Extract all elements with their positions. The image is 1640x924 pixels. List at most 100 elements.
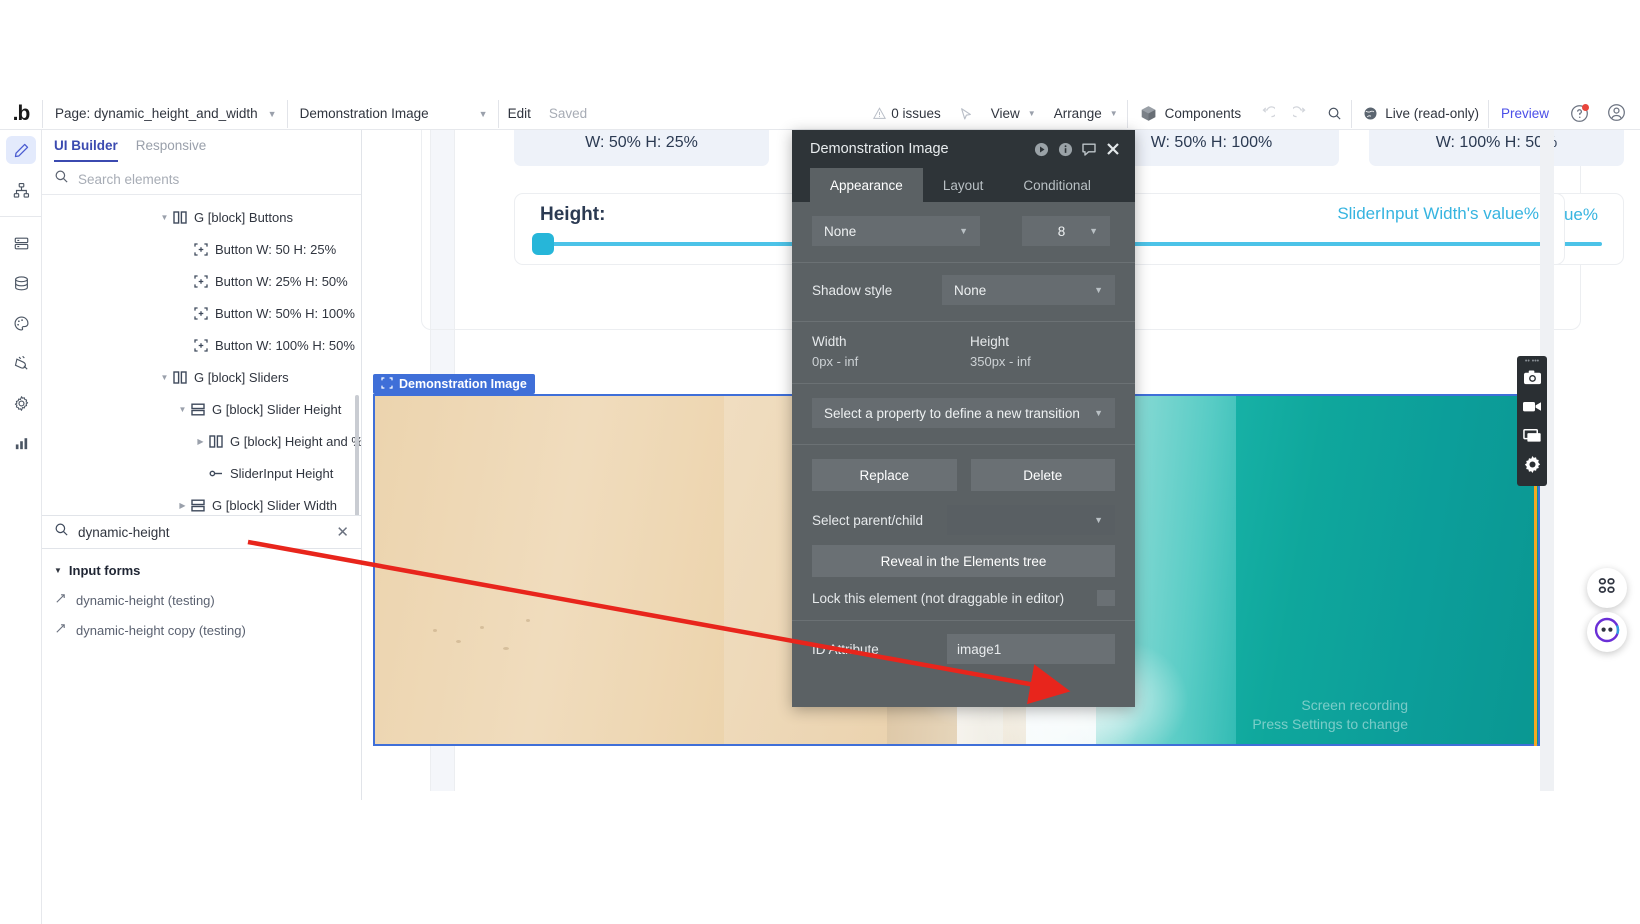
lock-element-checkbox[interactable] (1097, 590, 1115, 606)
chevron-down-icon: ▼ (1027, 109, 1036, 118)
close-icon[interactable] (1101, 137, 1125, 161)
cursor-tool-button[interactable] (950, 98, 982, 130)
rail-item-design-pencil[interactable] (0, 130, 42, 170)
undo-button[interactable] (1250, 98, 1284, 130)
id-attribute-input[interactable]: image1 (947, 634, 1115, 664)
play-icon[interactable] (1029, 137, 1053, 161)
issues-button[interactable]: 0 issues (864, 98, 950, 130)
edit-button[interactable]: Edit (499, 98, 540, 130)
chevron-down-icon: ▼ (1109, 109, 1118, 118)
chevron-down-icon[interactable]: ▼ (158, 213, 171, 222)
search-button[interactable] (1318, 98, 1351, 130)
border-style-select[interactable]: None ▼ (812, 216, 980, 246)
canvas-horizontal-scroll[interactable] (363, 791, 1640, 799)
components-label: Components (1164, 106, 1242, 121)
chevron-right-icon[interactable]: ▶ (194, 437, 207, 446)
arrange-menu[interactable]: Arrange ▼ (1045, 98, 1127, 130)
slider-width-header-inner: SliderInput Width's value% (1115, 194, 1564, 224)
tree-row[interactable]: Button W: 50% H: 100% (42, 297, 361, 329)
apps-grid-fab[interactable] (1587, 568, 1627, 608)
search-elements-box[interactable] (42, 164, 361, 195)
comment-icon[interactable] (1077, 137, 1101, 161)
delete-button[interactable]: Delete (970, 459, 1115, 491)
shadow-style-select[interactable]: None ▼ (942, 275, 1115, 305)
replace-button[interactable]: Replace (812, 459, 957, 491)
slider-width-value-link[interactable]: SliderInput Width's value% (1337, 204, 1539, 224)
canvas-button-4[interactable]: W: 100% H: 50% (1369, 130, 1624, 166)
server-icon (6, 229, 36, 257)
camera-icon[interactable] (1522, 367, 1542, 387)
columns-icon (171, 210, 188, 224)
preview-button[interactable]: Preview (1489, 106, 1561, 121)
image-selection-badge[interactable]: Demonstration Image (373, 374, 535, 394)
tab-conditional[interactable]: Conditional (1003, 168, 1111, 202)
page-selector[interactable]: Page: dynamic_height_and_width ▼ (43, 98, 287, 130)
rail-item-database[interactable] (0, 263, 42, 303)
chevron-down-icon[interactable]: ▼ (176, 405, 189, 414)
reveal-in-elements-tree-button[interactable]: Reveal in the Elements tree (812, 545, 1115, 577)
form-item[interactable]: dynamic-height (testing) (42, 585, 361, 615)
tree-row[interactable]: ▼ G [block] Sliders (42, 361, 361, 393)
border-row: None ▼ 8 ▼ (792, 202, 1135, 246)
chevron-right-icon[interactable]: ▶ (176, 501, 189, 510)
account-button[interactable] (1598, 98, 1640, 130)
rail-item-data-tables[interactable] (0, 223, 42, 263)
info-icon[interactable] (1053, 137, 1077, 161)
transition-row: Select a property to define a new transi… (792, 384, 1135, 428)
panel-tabs: UI Builder Responsive (42, 130, 361, 164)
assistant-fab[interactable] (1587, 612, 1627, 652)
tree-row[interactable]: SliderInput Height (42, 457, 361, 489)
slider-width-track[interactable] (1115, 242, 1543, 246)
tree-row[interactable]: ▼ G [block] Slider Height (42, 393, 361, 425)
components-cube-icon (1140, 105, 1157, 122)
rail-item-workflow[interactable] (0, 170, 42, 210)
tree-row[interactable]: ▶ G [block] Slider Width (42, 489, 361, 515)
view-menu[interactable]: View ▼ (982, 98, 1045, 130)
chevron-down-icon: ▼ (54, 565, 62, 575)
components-button[interactable]: Components (1128, 98, 1251, 130)
canvas-button-1[interactable]: W: 50% H: 25% (514, 130, 769, 166)
element-properties-popup: Demonstration Image Appearance Layout Co… (792, 130, 1135, 707)
chevron-down-icon[interactable]: ▼ (158, 373, 171, 382)
element-selector[interactable]: Demonstration Image ▼ (288, 98, 498, 130)
tab-ui-builder[interactable]: UI Builder (54, 138, 118, 162)
tree-row[interactable]: Button W: 25% H: 50% (42, 265, 361, 297)
border-radius-select[interactable]: 8 ▼ (1022, 216, 1110, 246)
select-parent-child-dropdown[interactable]: ▼ (947, 505, 1115, 535)
search-elements-input[interactable] (78, 171, 349, 187)
tree-row[interactable]: Button W: 100% H: 50% (42, 329, 361, 361)
lock-element-label: Lock this element (not draggable in edit… (812, 590, 1065, 606)
tree-row[interactable]: ▼ G [block] Buttons (42, 201, 361, 233)
account-avatar-icon (1607, 103, 1626, 125)
rail-item-styles[interactable] (0, 303, 42, 343)
close-icon[interactable]: ✕ (336, 523, 349, 541)
tab-responsive[interactable]: Responsive (136, 138, 207, 160)
search-forms-box[interactable]: dynamic-height ✕ (42, 515, 361, 549)
saved-label: Saved (548, 106, 588, 121)
drag-handle-icon[interactable]: •• ••• (1517, 358, 1547, 365)
help-button[interactable] (1561, 98, 1598, 130)
slider-height-knob[interactable] (532, 233, 554, 255)
gear-icon[interactable] (1522, 454, 1542, 474)
tree-scrollbar-thumb[interactable] (355, 395, 359, 515)
rail-item-settings[interactable] (0, 383, 42, 423)
live-mode-button[interactable]: Live (read-only) (1352, 98, 1488, 130)
screen-recorder-toolbar: •• ••• (1517, 356, 1547, 486)
width-field: Width 0px - inf (812, 334, 970, 369)
video-icon[interactable] (1522, 396, 1542, 416)
rows-icon (189, 499, 206, 512)
transition-placeholder: Select a property to define a new transi… (824, 405, 1080, 421)
tab-appearance[interactable]: Appearance (810, 168, 923, 202)
tab-layout[interactable]: Layout (923, 168, 1004, 202)
rail-item-plugins[interactable] (0, 343, 42, 383)
redo-button[interactable] (1284, 98, 1318, 130)
tree-row-label: G [block] Sliders (194, 369, 289, 385)
transition-select[interactable]: Select a property to define a new transi… (812, 398, 1115, 428)
tree-row[interactable]: Button W: 50 H: 25% (42, 233, 361, 265)
form-item[interactable]: dynamic-height copy (testing) (42, 615, 361, 645)
rail-item-logs[interactable] (0, 423, 42, 463)
window-icon[interactable] (1522, 425, 1542, 445)
group-input-forms[interactable]: ▼ Input forms (42, 555, 361, 585)
tree-row[interactable]: ▶ G [block] Height and % (42, 425, 361, 457)
lock-row: Lock this element (not draggable in edit… (792, 577, 1135, 606)
